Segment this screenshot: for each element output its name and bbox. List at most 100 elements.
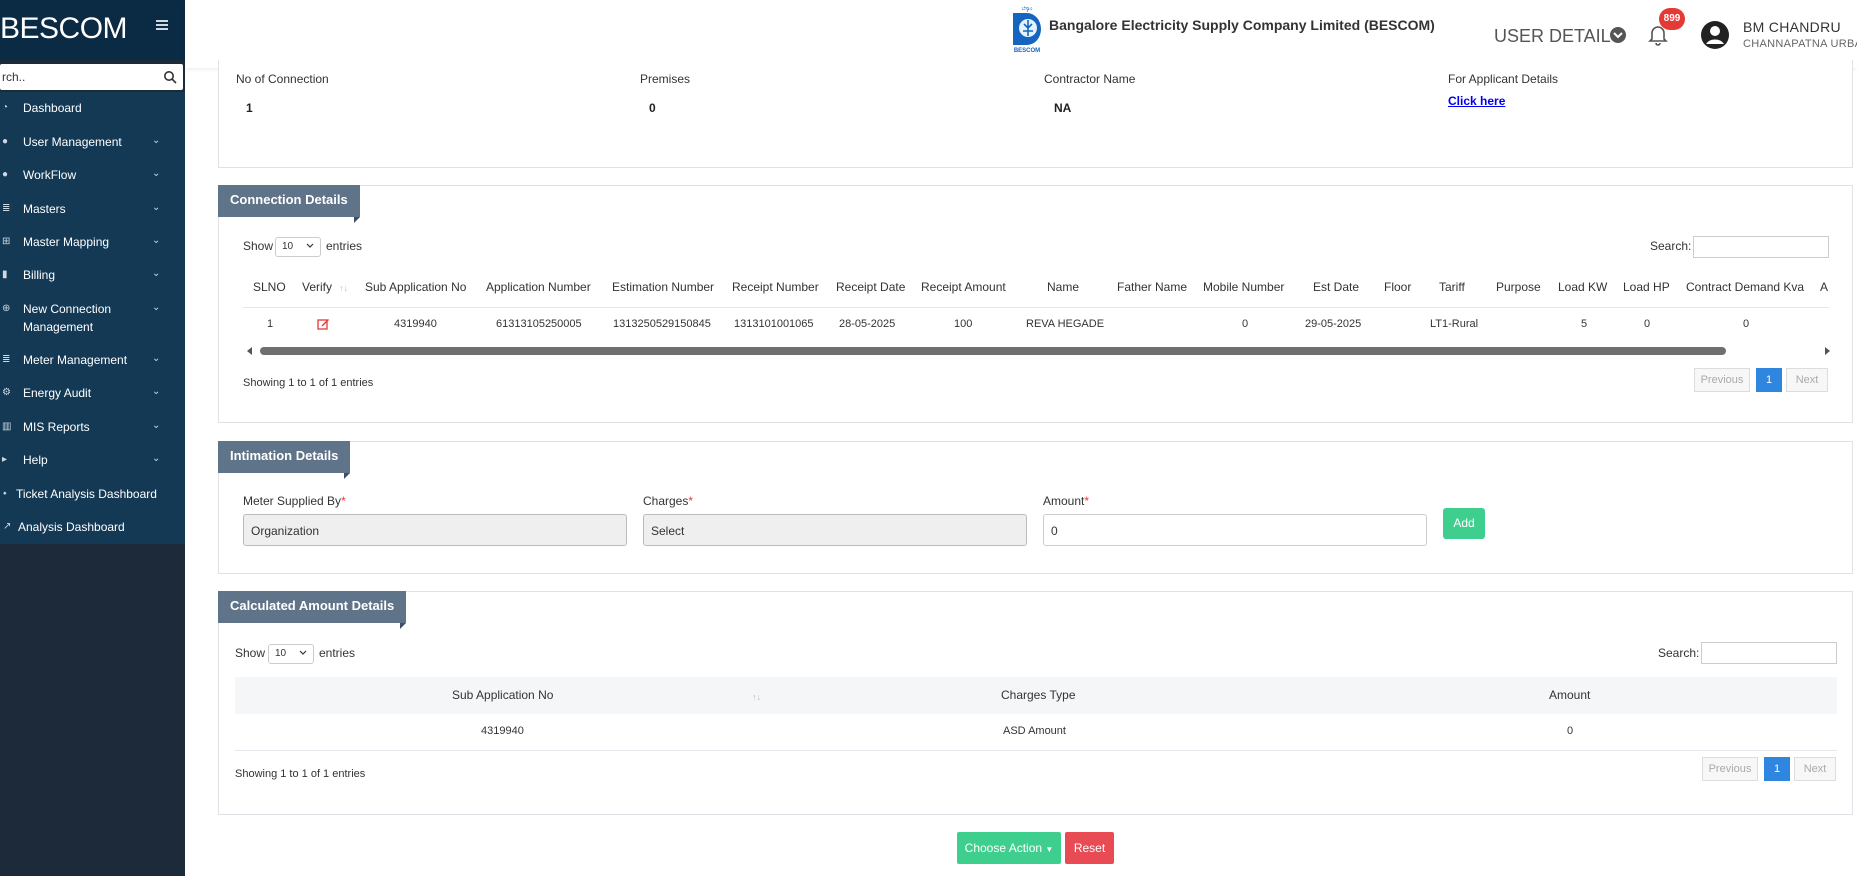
- previous-page-button[interactable]: Previous: [1702, 757, 1758, 781]
- summary-panel: No of Connection 1 Premises 0 Contractor…: [218, 60, 1853, 168]
- sidebar-item-billing[interactable]: ▮ Billing ⌄: [0, 268, 185, 284]
- contractor-name-label: Contractor Name: [1044, 72, 1136, 86]
- col-amount[interactable]: Amount: [1549, 688, 1590, 702]
- sort-icon[interactable]: ↑↓: [752, 692, 761, 702]
- add-button[interactable]: Add: [1443, 508, 1485, 539]
- meter-supplied-by-select[interactable]: Organization: [243, 514, 627, 546]
- sidebar-item-help[interactable]: ▸ Help ⌄: [0, 453, 185, 469]
- dashboard-icon: ◔: [2, 102, 9, 113]
- table-info: Showing 1 to 1 of 1 entries: [243, 377, 374, 389]
- edit-icon[interactable]: [317, 317, 330, 330]
- previous-page-button[interactable]: Previous: [1694, 368, 1750, 392]
- cell-tariff: LT1-Rural: [1430, 318, 1479, 330]
- col-receipt-amount[interactable]: Receipt Amount: [921, 280, 1006, 294]
- applicant-details-link[interactable]: Click here: [1448, 94, 1505, 108]
- sidebar-item-mis-reports[interactable]: ▥ MIS Reports ⌄: [0, 420, 185, 436]
- svg-text:BESCOM: BESCOM: [1014, 48, 1040, 53]
- cell-load-hp: 0: [1644, 318, 1651, 330]
- cell-receipt-number: 1313101001065: [734, 318, 814, 330]
- col-sub-application-no[interactable]: Sub Application No: [452, 688, 553, 702]
- cell-load-kw: 5: [1581, 318, 1588, 330]
- user-details-dropdown[interactable]: USER DETAILS: [1494, 26, 1623, 47]
- page-1-button[interactable]: 1: [1764, 757, 1790, 781]
- choose-action-button[interactable]: Choose Action ▼: [957, 832, 1061, 864]
- col-mobile-number[interactable]: Mobile Number: [1203, 280, 1284, 294]
- chevron-down-icon: [306, 243, 314, 248]
- col-load-kw[interactable]: Load KW: [1558, 280, 1607, 294]
- sidebar-item-ticket-analysis-dashboard[interactable]: ⬩ Ticket Analysis Dashboard: [0, 487, 185, 503]
- sidebar-item-master-mapping[interactable]: ⊞ Master Mapping ⌄: [0, 235, 185, 251]
- page-length-select[interactable]: 10: [268, 644, 314, 664]
- sidebar-item-new-connection-management[interactable]: ⊕ New Connection Management ⌄: [0, 302, 185, 336]
- col-purpose[interactable]: Purpose: [1496, 280, 1541, 294]
- cell-contract-demand-kva: 0: [1743, 318, 1750, 330]
- next-page-button[interactable]: Next: [1794, 757, 1836, 781]
- connection-search-input[interactable]: [1693, 236, 1829, 258]
- avatar-icon[interactable]: [1700, 20, 1730, 50]
- applicant-details-label: For Applicant Details: [1448, 72, 1559, 86]
- search-label: Search:: [1658, 646, 1700, 660]
- col-receipt-number[interactable]: Receipt Number: [732, 280, 819, 294]
- sidebar: BESCOM ◔ Dashboard ● User Management ⌄ ●…: [0, 0, 185, 876]
- horizontal-scrollbar[interactable]: [246, 346, 1831, 356]
- page-length-select[interactable]: 10: [275, 237, 321, 257]
- col-name[interactable]: Name: [1047, 280, 1079, 294]
- col-estimation-number[interactable]: Estimation Number: [612, 280, 714, 294]
- show-label: Show: [235, 646, 266, 660]
- sort-icon[interactable]: ↑↓: [339, 283, 348, 293]
- col-charges-type[interactable]: Charges Type: [1001, 688, 1076, 702]
- sidebar-item-energy-audit[interactable]: ⚙ Energy Audit ⌄: [0, 386, 185, 402]
- col-tariff[interactable]: Tariff: [1439, 280, 1465, 294]
- search-icon[interactable]: [163, 70, 177, 84]
- col-est-date[interactable]: Est Date: [1313, 280, 1359, 294]
- scrollbar-thumb[interactable]: [260, 347, 1726, 355]
- no-of-connection-label: No of Connection: [236, 72, 329, 86]
- caret-down-icon: ▼: [1045, 845, 1054, 854]
- sidebar-item-meter-management[interactable]: ≣ Meter Management ⌄: [0, 353, 185, 369]
- chevron-down-circle-icon[interactable]: [1609, 26, 1627, 44]
- col-floor[interactable]: Floor: [1384, 280, 1411, 294]
- user-office: CHANNAPATNA URBAN: [1743, 38, 1857, 50]
- user-icon: ●: [2, 136, 9, 147]
- sidebar-item-masters[interactable]: ≣ Masters ⌄: [0, 202, 185, 218]
- sidebar-item-user-management[interactable]: ● User Management ⌄: [0, 135, 185, 151]
- intimation-details-panel: Intimation Details Meter Supplied By* Or…: [218, 441, 1853, 574]
- calculated-search-input[interactable]: [1701, 642, 1837, 664]
- col-load-hp[interactable]: Load HP: [1623, 280, 1670, 294]
- col-application-number[interactable]: Application Number: [486, 280, 591, 294]
- col-sub-application-no[interactable]: Sub Application No: [365, 280, 466, 294]
- required-marker: *: [341, 494, 346, 508]
- brand-logo-text[interactable]: BESCOM: [0, 12, 128, 46]
- no-of-connection-value: 1: [246, 101, 253, 115]
- charges-select[interactable]: Select: [643, 514, 1027, 546]
- show-label: Show: [243, 239, 274, 253]
- brand-bar: BESCOM: [0, 0, 185, 60]
- table-info: Showing 1 to 1 of 1 entries: [235, 768, 366, 780]
- scroll-right-arrow-icon[interactable]: [1823, 346, 1831, 356]
- chevron-down-icon: ⌄: [152, 353, 161, 364]
- cell-est-date: 29-05-2025: [1305, 318, 1362, 330]
- col-contract-demand-kva[interactable]: Contract Demand Kva: [1686, 280, 1804, 294]
- col-verify[interactable]: Verify: [302, 280, 332, 294]
- sidebar-search-input[interactable]: [0, 64, 160, 90]
- row-divider: [235, 750, 1837, 751]
- hamburger-menu-icon[interactable]: [156, 20, 168, 30]
- sidebar-item-dashboard[interactable]: ◔ Dashboard: [0, 101, 185, 117]
- reset-button[interactable]: Reset: [1065, 832, 1114, 864]
- sidebar-item-workflow[interactable]: ● WorkFlow ⌄: [0, 168, 185, 184]
- col-father-name[interactable]: Father Name: [1117, 280, 1187, 294]
- page-1-button[interactable]: 1: [1756, 368, 1782, 392]
- cell-sub-application-no: 4319940: [481, 725, 524, 737]
- sidebar-item-analysis-dashboard[interactable]: ↗ Analysis Dashboard: [0, 520, 185, 536]
- scroll-left-arrow-icon[interactable]: [246, 346, 254, 356]
- bar-chart-icon: ▥: [2, 421, 12, 432]
- chevron-down-icon: ⌄: [152, 168, 161, 179]
- col-receipt-date[interactable]: Receipt Date: [836, 280, 905, 294]
- amount-input[interactable]: 0: [1043, 514, 1427, 546]
- next-page-button[interactable]: Next: [1786, 368, 1828, 392]
- meter-supplied-by-label: Meter Supplied By*: [243, 494, 346, 508]
- col-a[interactable]: A: [1820, 280, 1828, 294]
- col-slno[interactable]: SLNO: [253, 280, 286, 294]
- chevron-down-icon: ⌄: [152, 420, 161, 431]
- cell-mobile-number: 0: [1242, 318, 1249, 330]
